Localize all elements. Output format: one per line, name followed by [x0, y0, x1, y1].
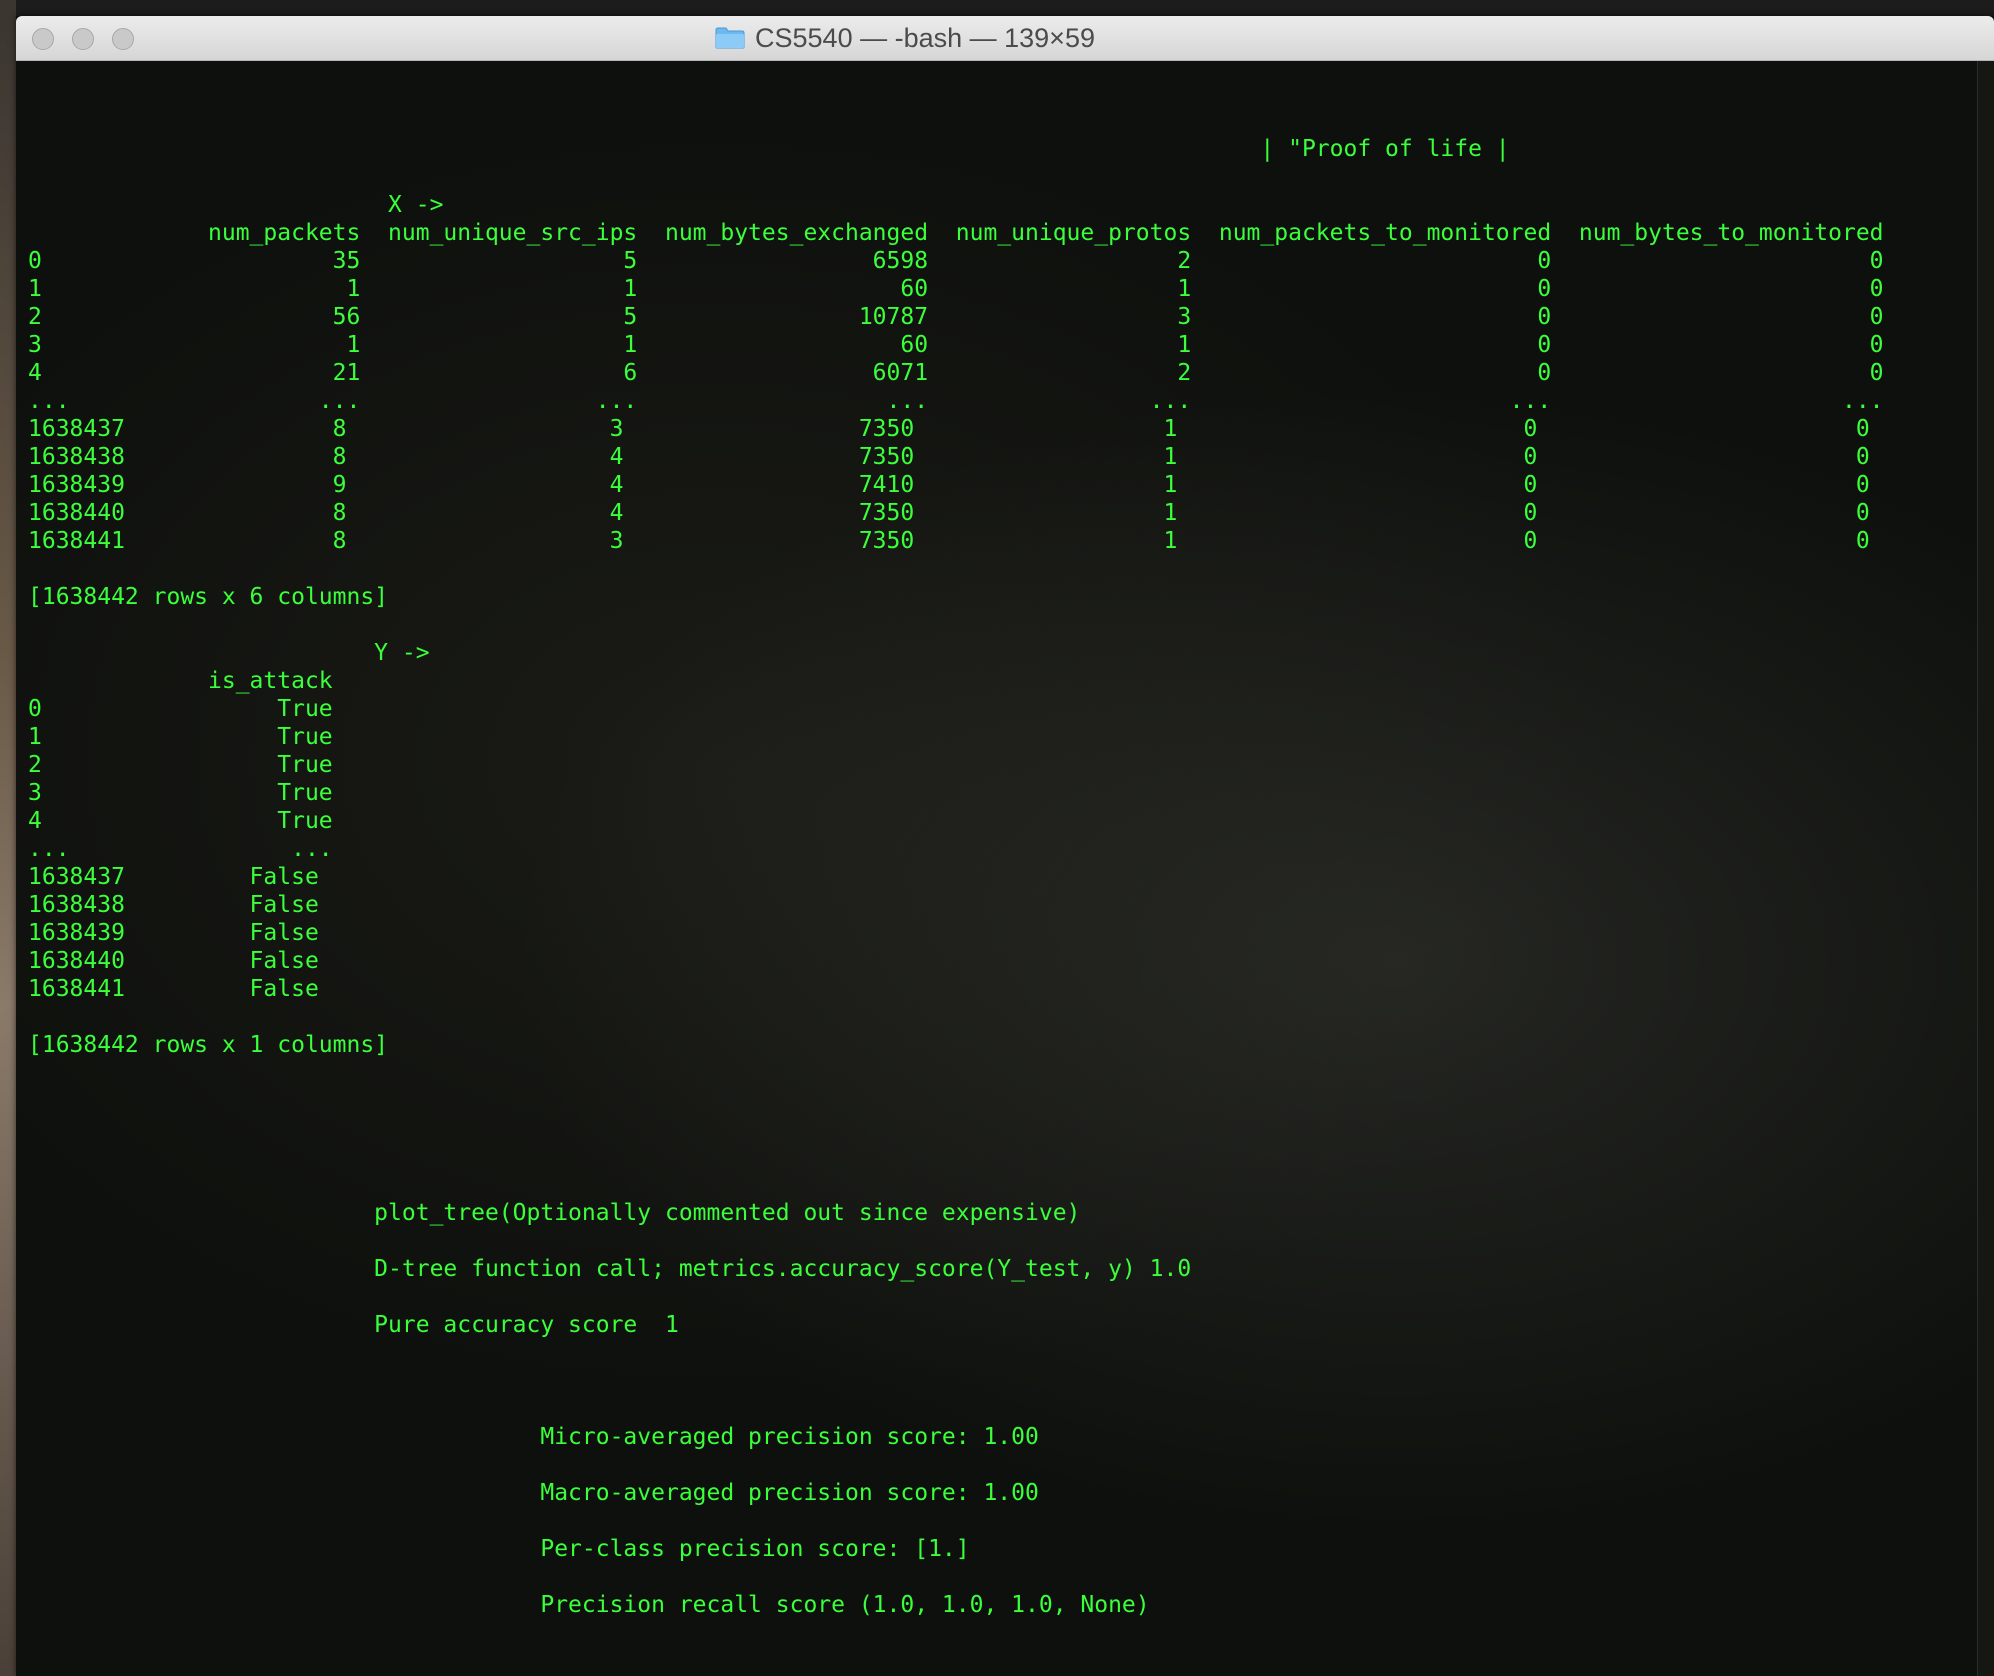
terminal-line: 1638440 False	[28, 948, 319, 974]
terminal-line: 1 True	[28, 724, 333, 750]
terminal-line: 1638437 8 3 7350 1 0 0	[28, 416, 1870, 442]
terminal-output-area[interactable]: | "Proof of life | X -> num_packets num_…	[16, 61, 1978, 1676]
terminal-line: 4 21 6 6071 2 0 0	[28, 360, 1884, 386]
terminal-line: 1638441 8 3 7350 1 0 0	[28, 528, 1870, 554]
terminal-line: num_packets num_unique_src_ips num_bytes…	[28, 220, 1884, 246]
terminal-text: | "Proof of life | X -> num_packets num_…	[28, 107, 1884, 1676]
terminal-line: 3 True	[28, 780, 333, 806]
terminal-line: ... ... ... ... ... ... ...	[28, 388, 1884, 414]
terminal-line: Micro-averaged precision score: 1.00	[28, 1424, 1039, 1450]
terminal-line: Macro-averaged precision score: 1.00	[28, 1480, 1039, 1506]
terminal-line: is_attack	[28, 668, 333, 694]
desktop-background	[0, 0, 16, 1676]
terminal-line: [1638442 rows x 1 columns]	[28, 1032, 389, 1058]
terminal-line: Pure accuracy score 1	[28, 1312, 679, 1338]
desktop-background-top	[0, 0, 1994, 16]
window-title: CS5540 — -bash — 139×59	[755, 22, 1095, 53]
terminal-line: | "Proof of life |	[28, 136, 1510, 162]
folder-icon	[715, 27, 745, 49]
terminal-line: plot_tree(Optionally commented out since…	[28, 1200, 1081, 1226]
terminal-line: Precision recall score (1.0, 1.0, 1.0, N…	[28, 1592, 1150, 1618]
terminal-window: CS5540 — -bash — 139×59 | "Proof of life…	[16, 16, 1994, 1676]
window-title-group: CS5540 — -bash — 139×59	[0, 16, 1894, 60]
terminal-line: Y ->	[28, 640, 430, 666]
terminal-line: 1638438 8 4 7350 1 0 0	[28, 444, 1870, 470]
terminal-line: 1638437 False	[28, 864, 319, 890]
terminal-line: [1638442 rows x 6 columns]	[28, 584, 389, 610]
terminal-line: 3 1 1 60 1 0 0	[28, 332, 1884, 358]
terminal-line: 1638439 False	[28, 920, 319, 946]
terminal-line: 0 35 5 6598 2 0 0	[28, 248, 1884, 274]
window-titlebar[interactable]: CS5540 — -bash — 139×59	[16, 16, 1994, 61]
terminal-line: 1 1 1 60 1 0 0	[28, 276, 1884, 302]
terminal-line: Per-class precision score: [1.]	[28, 1536, 970, 1562]
scrollbar[interactable]	[1977, 61, 1994, 1676]
terminal-line: 1638441 False	[28, 976, 319, 1002]
terminal-line: 2 56 5 10787 3 0 0	[28, 304, 1884, 330]
terminal-line: ... ...	[28, 836, 333, 862]
terminal-line: X ->	[28, 192, 444, 218]
terminal-line: 0 True	[28, 696, 333, 722]
terminal-line: 1638439 9 4 7410 1 0 0	[28, 472, 1870, 498]
terminal-line: 2 True	[28, 752, 333, 778]
terminal-line: 4 True	[28, 808, 333, 834]
terminal-line: D-tree function call; metrics.accuracy_s…	[28, 1256, 1192, 1282]
terminal-line: 1638440 8 4 7350 1 0 0	[28, 500, 1870, 526]
terminal-line: 1638438 False	[28, 892, 319, 918]
